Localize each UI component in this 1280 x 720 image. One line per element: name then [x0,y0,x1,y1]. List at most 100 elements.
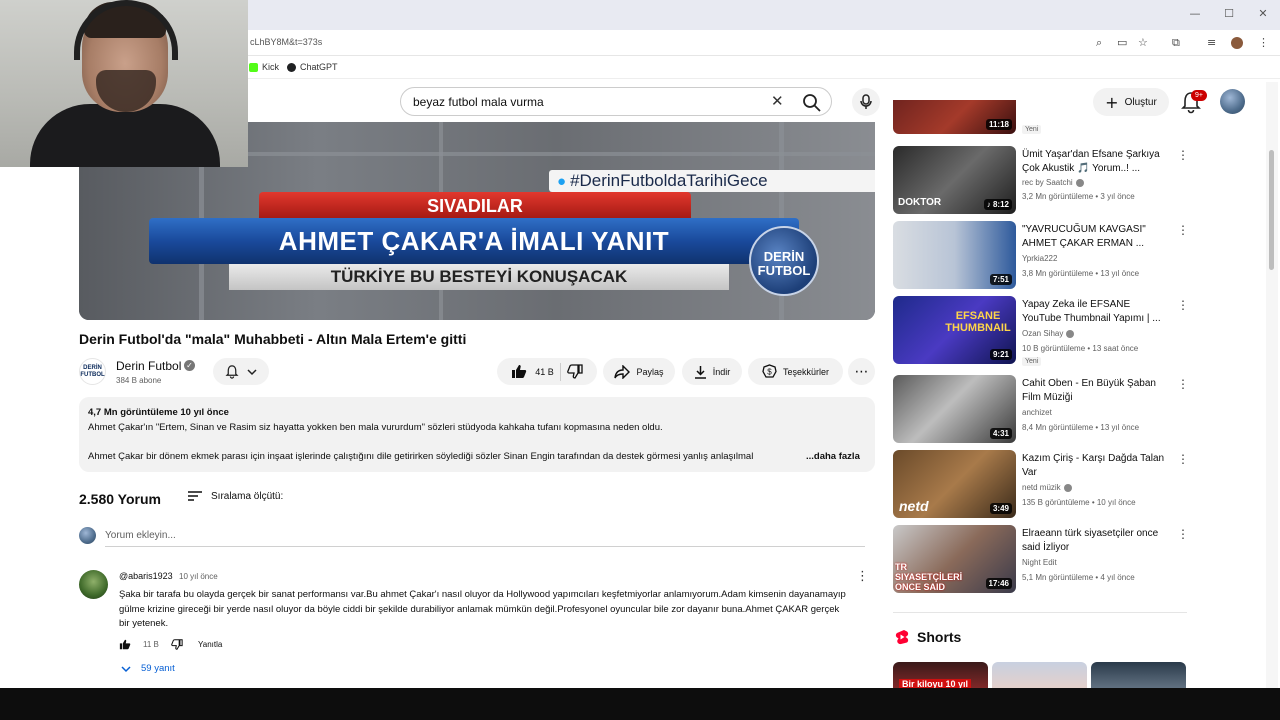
chevron-down-icon [247,368,257,375]
svg-text:$: $ [767,368,772,377]
comment-author[interactable]: @abaris1923 [119,571,173,581]
red-banner: SIVADILAR [259,192,691,220]
verified-icon [1063,483,1072,492]
chevron-down-icon [121,665,131,672]
more-options-icon[interactable]: ⋮ [1177,298,1189,312]
minimize-button[interactable]: — [1178,0,1212,26]
recommended-title[interactable]: Yapay Zeka ile EFSANE YouTube Thumbnail … [1022,298,1172,326]
comments-count: 2.580 Yorum [79,491,161,507]
more-options-icon[interactable]: ⋮ [1177,452,1189,466]
hashtag-banner: ● #DerinFutboldaTarihiGece [549,170,875,192]
bookmark-kick[interactable]: Kick [249,62,279,72]
download-icon [694,365,706,379]
more-options-icon[interactable]: ⋮ [1177,377,1189,391]
recommended-title[interactable]: Elraeann türk siyasetçiler once said İzl… [1022,527,1172,555]
thumbnail-text: EFSANE THUMBNAIL [945,310,1011,334]
reply-button[interactable]: Yanıtla [198,640,222,649]
share-button[interactable]: Paylaş [603,358,675,385]
like-dislike-group: 41 B [497,358,597,385]
maximize-button[interactable]: ☐ [1212,0,1246,26]
video-duration: 17:46 [985,578,1012,589]
comment-like-icon[interactable] [119,639,131,650]
more-options-icon[interactable]: ⋮ [1177,527,1189,541]
bookmark-label: Kick [262,62,280,72]
recommended-channel[interactable]: rec by Saatchi [1022,178,1084,187]
more-actions-icon[interactable]: ⋯ [848,358,875,385]
thanks-label: Teşekkürler [782,366,829,377]
recommended-video[interactable]: TR SIYASETÇİLERİ ONCE SAID 17:46 Elraean… [893,525,1193,593]
cast-icon[interactable]: ▭ [1117,36,1127,49]
recommended-title[interactable]: Cahit Oben - En Büyük Şaban Film Müziği [1022,377,1172,405]
thumbs-up-icon [512,365,527,378]
recommended-video[interactable]: DOKTOR ♪ 8:12 Ümit Yaşar'dan Efsane Şark… [893,146,1193,214]
video-duration: ♪ 8:12 [983,199,1012,210]
super-thanks-icon: $ [762,364,777,378]
channel-watermark-logo: DERİN FUTBOL [749,226,819,296]
thumbs-down-icon[interactable] [566,364,583,379]
comment-like-count: 11 B [143,640,159,649]
recommended-meta: 8,4 Mn görüntüleme • 13 yıl önce [1022,423,1140,432]
video-duration: 9:21 [989,349,1012,360]
recommended-channel[interactable]: Yprkia222 [1022,254,1057,263]
channel-name[interactable]: Derin Futbol [116,359,181,373]
sort-comments-button[interactable]: Sıralama ölçütü: [187,490,283,502]
comment-dislike-icon[interactable] [171,639,183,650]
recommended-channel[interactable]: anchizet [1022,408,1052,417]
recommended-channel[interactable]: Night Edit [1022,558,1057,567]
recommended-video[interactable]: 7:51 "YAVRUCUĞUM KAVGASI" AHMET ÇAKAR ER… [893,221,1193,289]
thanks-button[interactable]: $ Teşekkürler [748,358,843,385]
view-stats: 4,7 Mn görüntüleme 10 yıl önce [88,407,229,418]
more-options-icon[interactable]: ⋮ [1177,223,1189,237]
download-label: İndir [712,366,731,377]
subscriber-count: 384 B abone [116,376,162,385]
close-window-button[interactable]: ✕ [1246,0,1280,26]
comment-author-avatar[interactable] [79,570,108,599]
extensions-icon[interactable]: ⧉ [1172,36,1180,50]
url-text[interactable]: cLhBY8M&t=373s [250,37,322,47]
description-text: Ahmet Çakar'ın "Ertem, Sinan ve Rasim si… [88,422,663,433]
profile-icon[interactable] [1231,37,1243,49]
recommended-meta: 3,2 Mn görüntüleme • 3 yıl önce [1022,192,1135,201]
browser-menu-icon[interactable]: ⋮ [1258,36,1269,49]
search-box[interactable]: beyaz futbol mala vurma ✕ [400,87,832,116]
divider [893,612,1187,613]
recommended-channel[interactable]: netd müzik [1022,483,1072,492]
add-comment-input[interactable]: Yorum ekleyin... [105,530,865,547]
clear-search-icon[interactable]: ✕ [771,92,784,110]
recommended-video[interactable]: 4:31 Cahit Oben - En Büyük Şaban Film Mü… [893,375,1193,443]
scrollbar-thumb[interactable] [1269,150,1274,270]
recommended-title[interactable]: Kazım Çiriş - Karşı Dağda Talan Var [1022,452,1172,480]
view-replies-button[interactable]: 59 yanıt [121,663,175,674]
recommended-meta: 3,8 Mn görüntüleme • 13 yıl önce [1022,269,1140,278]
search-icon[interactable] [801,92,823,112]
like-button[interactable]: 41 B [511,364,554,379]
download-button[interactable]: İndir [682,358,742,385]
comment-like-row: 11 B [119,639,183,650]
bookmark-chatgpt[interactable]: ChatGPT [287,62,338,72]
window-controls: — ☐ ✕ [1178,0,1280,28]
subscription-notification-button[interactable] [213,358,269,385]
more-options-icon[interactable]: ⋮ [1177,148,1189,162]
comment-time[interactable]: 10 yıl önce [179,572,218,581]
recommended-video[interactable]: EFSANE THUMBNAIL 9:21 Yapay Zeka ile EFS… [893,296,1193,366]
channel-logo[interactable]: DERİN FUTBOL [79,358,106,385]
recommended-title[interactable]: "YAVRUCUĞUM KAVGASI" AHMET ÇAKAR ERMAN .… [1022,223,1172,251]
search-input[interactable]: beyaz futbol mala vurma [413,95,544,109]
recommended-title[interactable]: Ümit Yaşar'dan Efsane Şarkıya Çok Akusti… [1022,148,1172,176]
comment-menu-icon[interactable]: ⋮ [856,569,869,584]
recommended-meta: 5,1 Mn görüntüleme • 4 yıl önce [1022,573,1135,582]
bookmark-label: ChatGPT [300,62,338,72]
recommended-meta: 135 B görüntüleme • 10 yıl önce [1022,498,1136,507]
voice-search-button[interactable] [852,88,880,116]
account-avatar[interactable] [1220,89,1245,114]
media-icon[interactable]: ≡ [1207,36,1216,49]
recommended-video[interactable]: netd 3:49 Kazım Çiriş - Karşı Dağda Tala… [893,450,1193,518]
recommended-channel[interactable]: Ozan Sihay [1022,329,1075,338]
show-more-link[interactable]: ...daha fazla [806,451,860,462]
divider [559,362,561,381]
chatgpt-icon [287,62,296,72]
zoom-icon[interactable]: ⌕ [1096,36,1102,50]
recommended-video[interactable]: 11:18 Yeni [893,100,1193,134]
bookmark-star-icon[interactable]: ☆ [1138,36,1148,49]
bottom-bar [0,688,1280,720]
